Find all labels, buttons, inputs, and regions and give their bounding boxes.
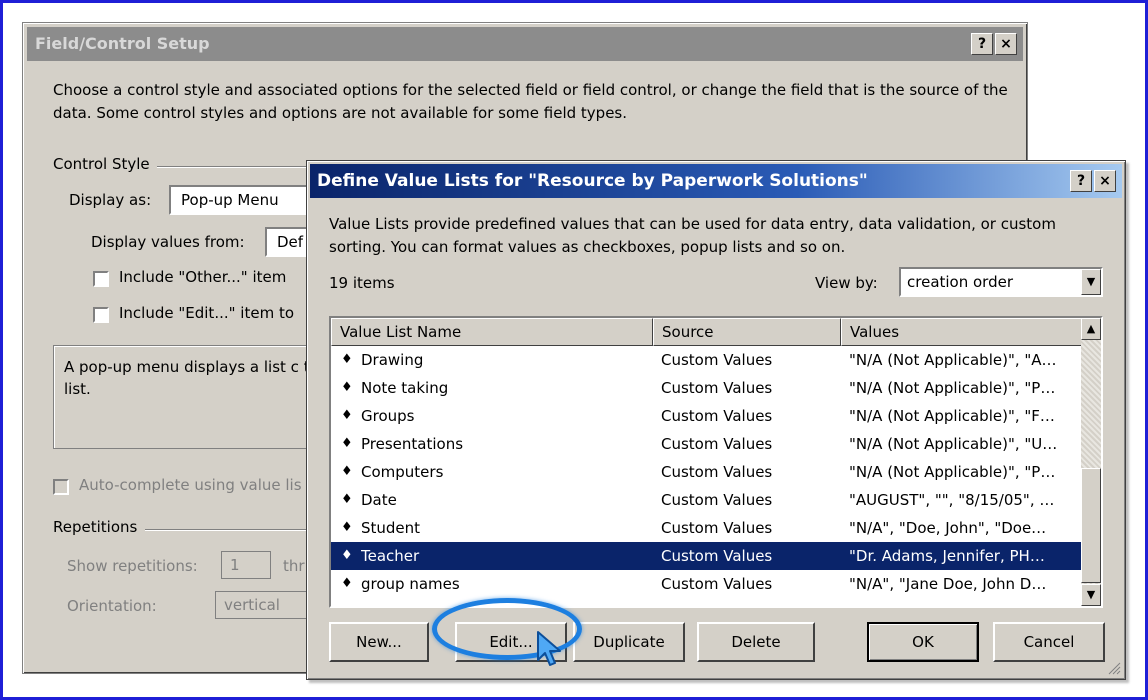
close-button[interactable]: × bbox=[995, 33, 1017, 55]
through-label: thr bbox=[283, 557, 305, 575]
column-header-values[interactable]: Values bbox=[841, 318, 1083, 346]
resize-grip-icon[interactable] bbox=[1107, 661, 1121, 675]
scroll-thumb[interactable] bbox=[1081, 468, 1101, 583]
back-dialog-titlebar: Field/Control Setup ? × bbox=[27, 27, 1023, 61]
display-as-label: Display as: bbox=[69, 191, 152, 209]
duplicate-button[interactable]: Duplicate bbox=[573, 622, 685, 662]
row-source: Custom Values bbox=[661, 491, 773, 509]
drag-handle-icon[interactable]: ♦ bbox=[341, 430, 353, 458]
row-values: "N/A", "Doe, John", "Doe… bbox=[849, 519, 1047, 537]
value-lists-table: Value List Name Source Values ♦ Drawing Cu… bbox=[329, 316, 1103, 608]
row-values: "N/A (Not Applicable)", "A… bbox=[849, 351, 1057, 369]
row-source: Custom Values bbox=[661, 547, 773, 565]
scroll-up-icon[interactable]: ▲ bbox=[1081, 318, 1101, 340]
row-source: Custom Values bbox=[661, 463, 773, 481]
cancel-button[interactable]: Cancel bbox=[993, 622, 1105, 662]
row-name: Presentations bbox=[361, 435, 464, 453]
orientation-label: Orientation: bbox=[67, 597, 157, 615]
table-row[interactable]: ♦ Teacher Custom Values "Dr. Adams, Jennife… bbox=[331, 542, 1083, 570]
show-repetitions-label: Show repetitions: bbox=[67, 557, 198, 575]
display-values-from-label: Display values from: bbox=[91, 233, 245, 251]
include-other-checkbox[interactable] bbox=[93, 271, 109, 287]
row-values: "AUGUST", "", "8/15/05", … bbox=[849, 491, 1055, 509]
drag-handle-icon[interactable]: ♦ bbox=[341, 402, 353, 430]
define-value-lists-dialog: Define Value Lists for "Resource by Pape… bbox=[306, 160, 1126, 680]
autocomplete-label: Auto-complete using value lis bbox=[79, 476, 302, 494]
row-name: group names bbox=[361, 575, 460, 593]
front-dialog-titlebar: Define Value Lists for "Resource by Pape… bbox=[310, 164, 1122, 198]
table-row[interactable]: ♦ Student Custom Values "N/A", "Doe, John",… bbox=[331, 514, 1083, 542]
orientation-select[interactable]: vertical bbox=[215, 591, 307, 619]
drag-handle-icon[interactable]: ♦ bbox=[341, 486, 353, 514]
control-description-box: A pop-up menu displays a list c the list… bbox=[53, 345, 343, 449]
row-name: Date bbox=[361, 491, 397, 509]
drag-handle-icon[interactable]: ♦ bbox=[341, 542, 353, 570]
ok-button[interactable]: OK bbox=[867, 622, 979, 662]
delete-button[interactable]: Delete bbox=[697, 622, 815, 662]
control-style-label: Control Style bbox=[53, 155, 150, 173]
row-name: Note taking bbox=[361, 379, 449, 397]
row-values: "N/A (Not Applicable)", "P… bbox=[849, 379, 1056, 397]
drag-handle-icon[interactable]: ♦ bbox=[341, 458, 353, 486]
drag-handle-icon[interactable]: ♦ bbox=[341, 514, 353, 542]
table-row[interactable]: ♦ Drawing Custom Values "N/A (Not Applicabl… bbox=[331, 346, 1083, 374]
table-header: Value List Name Source Values bbox=[331, 318, 1083, 346]
table-row[interactable]: ♦ group names Custom Values "N/A", "Jane Do… bbox=[331, 570, 1083, 598]
item-count: 19 items bbox=[329, 274, 395, 292]
view-by-value: creation order bbox=[907, 273, 1014, 291]
row-name: Drawing bbox=[361, 351, 424, 369]
control-style-divider bbox=[157, 166, 307, 168]
mouse-pointer-icon bbox=[537, 631, 561, 666]
drag-handle-icon[interactable]: ♦ bbox=[341, 570, 353, 598]
help-button[interactable]: ? bbox=[1070, 170, 1092, 192]
table-row[interactable]: ♦ Date Custom Values "AUGUST", "", "8/15/05… bbox=[331, 486, 1083, 514]
row-name: Computers bbox=[361, 463, 444, 481]
row-source: Custom Values bbox=[661, 519, 773, 537]
drag-handle-icon[interactable]: ♦ bbox=[341, 374, 353, 402]
row-values: "N/A (Not Applicable)", "U… bbox=[849, 435, 1058, 453]
new-button[interactable]: New... bbox=[329, 622, 429, 662]
scroll-down-icon[interactable]: ▼ bbox=[1081, 584, 1101, 606]
table-row[interactable]: ♦ Note taking Custom Values "N/A (Not Appli… bbox=[331, 374, 1083, 402]
autocomplete-checkbox[interactable] bbox=[53, 479, 69, 495]
row-values: "N/A (Not Applicable)", "P… bbox=[849, 463, 1056, 481]
view-by-label: View by: bbox=[815, 274, 878, 292]
row-source: Custom Values bbox=[661, 379, 773, 397]
row-source: Custom Values bbox=[661, 435, 773, 453]
dropdown-arrow-icon[interactable]: ▼ bbox=[1081, 269, 1101, 295]
row-source: Custom Values bbox=[661, 351, 773, 369]
row-name: Student bbox=[361, 519, 421, 537]
help-button[interactable]: ? bbox=[971, 33, 993, 55]
row-source: Custom Values bbox=[661, 407, 773, 425]
include-edit-checkbox[interactable] bbox=[93, 307, 109, 323]
vertical-scrollbar[interactable]: ▲ ▼ bbox=[1081, 318, 1101, 606]
column-header-source[interactable]: Source bbox=[653, 318, 841, 346]
back-dialog-title: Field/Control Setup bbox=[35, 34, 210, 53]
repetitions-label: Repetitions bbox=[53, 518, 138, 536]
row-values: "Dr. Adams, Jennifer, PH… bbox=[849, 547, 1045, 565]
table-row[interactable]: ♦ Presentations Custom Values "N/A (Not App… bbox=[331, 430, 1083, 458]
show-repetitions-field[interactable]: 1 bbox=[221, 551, 271, 579]
row-source: Custom Values bbox=[661, 575, 773, 593]
view-by-select[interactable]: creation order ▼ bbox=[899, 267, 1103, 297]
row-name: Teacher bbox=[361, 547, 420, 565]
table-row[interactable]: ♦ Groups Custom Values "N/A (Not Applicable… bbox=[331, 402, 1083, 430]
close-button[interactable]: × bbox=[1094, 170, 1116, 192]
front-dialog-title: Define Value Lists for "Resource by Pape… bbox=[317, 171, 868, 191]
control-description-text: A pop-up menu displays a list c the list… bbox=[64, 358, 329, 398]
row-values: "N/A", "Jane Doe, John D… bbox=[849, 575, 1047, 593]
row-values: "N/A (Not Applicable)", "F… bbox=[849, 407, 1055, 425]
table-row[interactable]: ♦ Computers Custom Values "N/A (Not Applica… bbox=[331, 458, 1083, 486]
front-dialog-description: Value Lists provide predefined values th… bbox=[329, 215, 1056, 256]
row-name: Groups bbox=[361, 407, 415, 425]
drag-handle-icon[interactable]: ♦ bbox=[341, 346, 353, 374]
include-edit-label: Include "Edit..." item to bbox=[119, 304, 295, 322]
column-header-name[interactable]: Value List Name bbox=[331, 318, 653, 346]
include-other-label: Include "Other..." item bbox=[119, 268, 287, 286]
repetitions-divider bbox=[145, 529, 307, 531]
back-dialog-description: Choose a control style and associated op… bbox=[53, 81, 1008, 122]
